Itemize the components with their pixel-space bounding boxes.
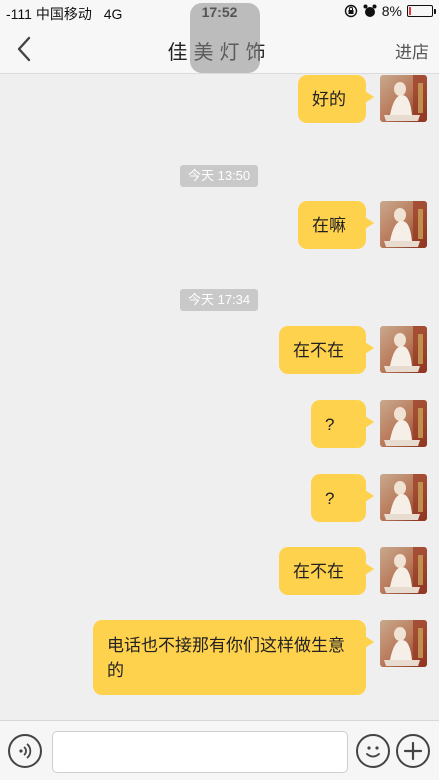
message-text: 在不在	[293, 340, 344, 360]
plus-icon	[403, 741, 423, 761]
battery-percent: 8%	[381, 3, 402, 19]
chat-area[interactable]: 好的今天 13:50 在嘛今天 17:34 在不在?? 在不在电话也不接那有你们这样做…	[0, 75, 439, 720]
plus-button[interactable]	[396, 734, 430, 768]
input-bar	[0, 720, 439, 780]
user-avatar[interactable]	[380, 75, 427, 122]
message-bubble[interactable]: 好的	[298, 75, 374, 123]
overlay-square	[190, 3, 260, 73]
message-bubble[interactable]: ?	[311, 474, 374, 522]
message-text: ?	[325, 488, 335, 508]
emoji-button[interactable]	[356, 734, 390, 768]
user-avatar[interactable]	[380, 620, 427, 667]
message-text: ?	[325, 414, 335, 434]
voice-icon	[19, 743, 32, 759]
enter-shop-button[interactable]: 进店	[395, 38, 429, 63]
message-bubble[interactable]: 在嘛	[298, 201, 374, 249]
user-avatar[interactable]	[380, 474, 427, 521]
emoji-icon	[366, 746, 380, 758]
alarm-icon	[363, 4, 377, 17]
user-avatar[interactable]	[380, 547, 427, 594]
timestamp-badge: 今天 13:50	[180, 165, 259, 187]
message-bubble[interactable]: ?	[311, 400, 374, 448]
message-input[interactable]	[52, 731, 348, 773]
message-bubble[interactable]: 在不在	[279, 547, 374, 595]
message-bubble[interactable]: 电话也不接那有你们这样做生意的	[93, 620, 374, 695]
voice-button[interactable]	[8, 734, 42, 768]
message-text: 电话也不接那有你们这样做生意的	[107, 635, 345, 680]
user-avatar[interactable]	[380, 400, 427, 447]
status-right: 8%	[344, 3, 436, 19]
rotation-lock-icon	[344, 4, 357, 18]
message-text: 在嘛	[312, 215, 346, 235]
message-bubble[interactable]: 在不在	[279, 326, 374, 374]
timestamp-badge: 今天 17:34	[180, 289, 259, 311]
message-text: 好的	[312, 89, 346, 109]
user-avatar[interactable]	[380, 201, 427, 248]
message-text: 在不在	[293, 561, 344, 581]
battery-level	[409, 7, 411, 15]
battery-icon	[407, 5, 436, 17]
user-avatar[interactable]	[380, 326, 427, 373]
